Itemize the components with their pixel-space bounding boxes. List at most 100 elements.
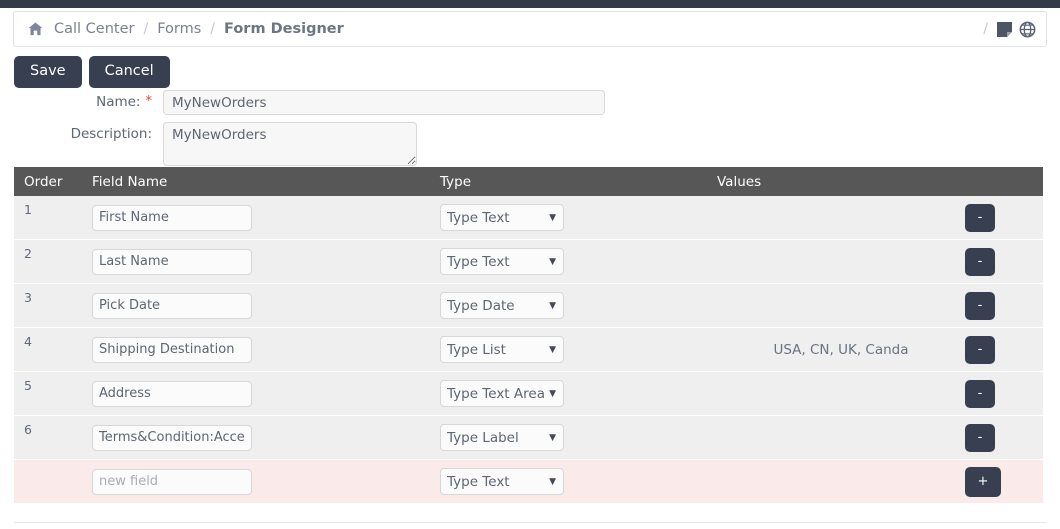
cell-order: 1 (14, 196, 92, 240)
cell-values: USA, CN, UK, Canda (773, 341, 909, 358)
cell-action: - (965, 196, 1043, 240)
cell-action: - (965, 240, 1043, 284)
field-type-select[interactable]: Type Date (440, 292, 564, 319)
top-accent-bar (0, 0, 1060, 8)
cell-type: Type List ▼ (440, 328, 717, 372)
table-row: 1 Type Text▼ - (14, 196, 1043, 240)
field-name-input[interactable] (92, 204, 252, 231)
description-field-row: Description: (0, 122, 417, 166)
order-number: 3 (24, 290, 32, 305)
order-number: 1 (24, 202, 32, 217)
breadcrumb-trailing-separator: / (983, 21, 988, 37)
cell-field-name (92, 328, 440, 372)
cell-field-name (92, 284, 440, 328)
cell-action: - (965, 416, 1043, 460)
field-name-input[interactable] (92, 336, 252, 363)
type-select-wrapper: Type Text ▼ (440, 204, 564, 231)
new-field-type-select[interactable]: Type Text (440, 468, 564, 495)
cell-order (14, 460, 92, 504)
column-header-action (965, 167, 1043, 196)
note-icon[interactable] (997, 21, 1012, 37)
cell-action: - (965, 328, 1043, 372)
field-name-input[interactable] (92, 292, 252, 319)
cell-values (717, 240, 965, 284)
remove-field-button[interactable]: - (965, 203, 995, 232)
cell-order: 3 (14, 284, 92, 328)
remove-field-button[interactable]: - (965, 335, 995, 364)
name-label: Name: * (0, 90, 152, 110)
description-textarea[interactable] (163, 122, 417, 166)
cell-action: - (965, 284, 1043, 328)
cell-field-name (92, 416, 440, 460)
name-label-text: Name: (96, 94, 141, 110)
field-type-select[interactable]: Type Label (440, 424, 564, 451)
cell-type: Type Text ▼ (440, 196, 717, 240)
remove-field-button[interactable]: - (965, 291, 995, 320)
breadcrumb-right-icons (997, 21, 1036, 38)
column-header-type: Type (440, 167, 717, 196)
field-name-input[interactable] (92, 380, 252, 407)
field-name-input[interactable] (92, 248, 252, 275)
field-type-select[interactable]: Type List (440, 336, 564, 363)
cell-order: 4 (14, 328, 92, 372)
cell-order: 6 (14, 416, 92, 460)
order-number: 6 (24, 422, 32, 437)
table-row: 5 Type Text Area▼ - (14, 371, 1043, 416)
remove-field-button[interactable]: - (965, 423, 995, 452)
cell-type: Type Label ▼ (440, 416, 717, 460)
new-field-name-input[interactable] (92, 468, 252, 495)
column-header-field-name: Field Name (92, 167, 440, 196)
remove-field-button[interactable]: - (965, 379, 995, 408)
table-header-row: Order Field Name Type Values (14, 167, 1043, 196)
globe-icon[interactable] (1019, 21, 1036, 38)
field-type-select[interactable]: Type Text (440, 204, 564, 231)
table-row: 4 Type List▼ USA, CN, UK, Canda - (14, 327, 1043, 372)
save-button[interactable]: Save (14, 56, 82, 88)
breadcrumb-item-call-center[interactable]: Call Center (54, 21, 134, 37)
cell-field-name (92, 372, 440, 416)
cancel-button[interactable]: Cancel (88, 56, 170, 88)
cell-order: 2 (14, 240, 92, 284)
type-select-wrapper: Type Text ▼ (440, 248, 564, 275)
type-select-wrapper: Type Text ▼ (440, 468, 564, 495)
bottom-divider (14, 522, 1046, 523)
field-type-select[interactable]: Type Text Area (440, 380, 564, 407)
type-select-wrapper: Type Label ▼ (440, 424, 564, 451)
cell-field-name (92, 460, 440, 504)
home-icon[interactable] (28, 22, 43, 36)
cell-values (717, 416, 965, 460)
name-field-row: Name: * (0, 90, 605, 115)
remove-field-button[interactable]: - (965, 247, 995, 276)
table-row: 2 Type Text▼ - (14, 239, 1043, 284)
cell-field-name (92, 240, 440, 284)
name-input[interactable] (163, 90, 605, 115)
breadcrumb-separator: / (143, 21, 149, 37)
order-number: 5 (24, 378, 32, 393)
column-header-order: Order (14, 167, 92, 196)
cell-order: 5 (14, 372, 92, 416)
cell-field-name (92, 196, 440, 240)
description-label: Description: (70, 126, 152, 142)
cell-type: Type Text ▼ (440, 240, 717, 284)
add-field-button[interactable]: + (965, 466, 1001, 497)
form-fields-table: Order Field Name Type Values 1 Type Text▼… (14, 167, 1043, 504)
type-select-wrapper: Type Date ▼ (440, 292, 564, 319)
cell-action: + (965, 460, 1043, 504)
order-number: 4 (24, 334, 32, 349)
cell-values (717, 372, 965, 416)
table-header: Order Field Name Type Values (14, 167, 1043, 196)
cell-values (717, 284, 965, 328)
breadcrumb-item-forms[interactable]: Forms (157, 21, 201, 37)
table-body: 1 Type Text▼ - 2 Type Text▼ - 3 Type Date▼ - 4 Typ… (14, 196, 1043, 504)
cell-type: Type Text Area ▼ (440, 372, 717, 416)
table-row: 6 Type Label▼ - (14, 415, 1043, 460)
table-row: 3 Type Date▼ - (14, 283, 1043, 328)
field-name-input[interactable] (92, 424, 252, 451)
type-select-wrapper: Type Text Area ▼ (440, 380, 564, 407)
cell-type: Type Text ▼ (440, 460, 717, 504)
type-select-wrapper: Type List ▼ (440, 336, 564, 363)
cell-type: Type Date ▼ (440, 284, 717, 328)
cell-values (717, 196, 965, 240)
field-type-select[interactable]: Type Text (440, 248, 564, 275)
breadcrumb-item-form-designer: Form Designer (224, 21, 344, 37)
